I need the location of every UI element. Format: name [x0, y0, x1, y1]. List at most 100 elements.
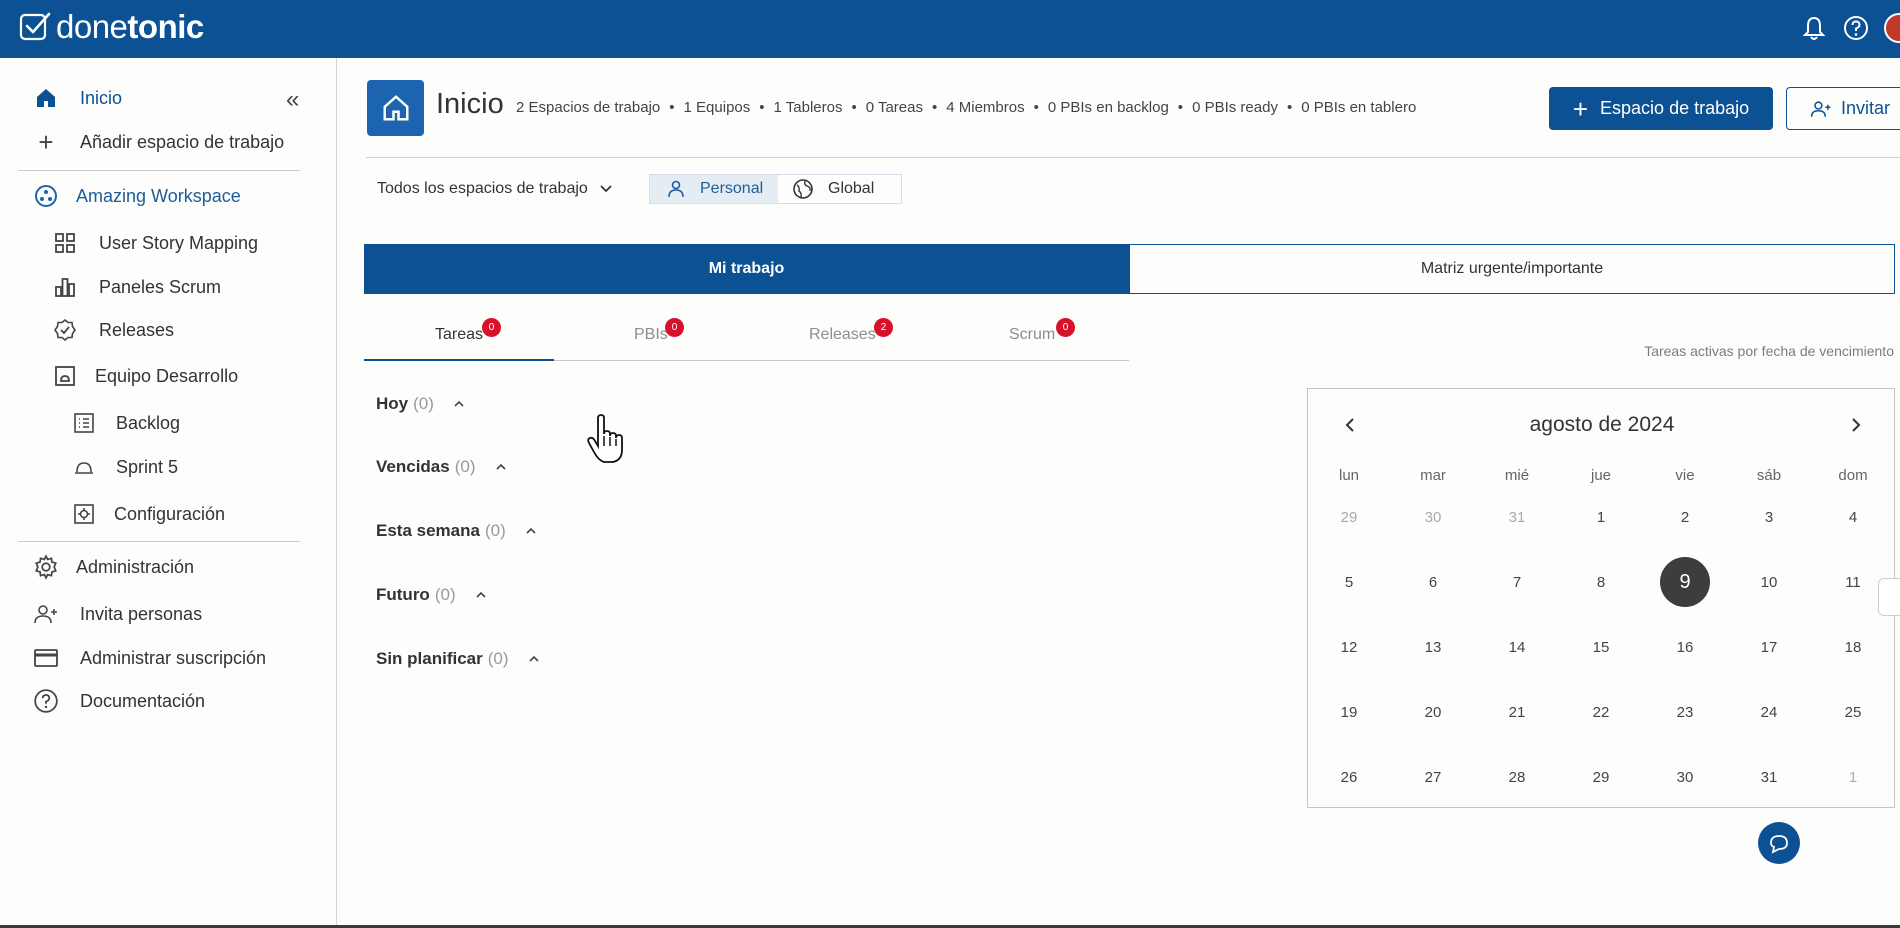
group-label: Hoy	[376, 394, 409, 413]
group-vencidas[interactable]: Vencidas (0)	[376, 457, 508, 477]
subtab-tareas[interactable]: Tareas	[435, 326, 483, 344]
calendar-day[interactable]: 11	[1828, 557, 1878, 607]
calendar-weekday-mar: mar	[1420, 467, 1446, 484]
sidebar-item-inicio[interactable]: Inicio	[32, 79, 122, 117]
calendar-day[interactable]: 15	[1576, 622, 1626, 672]
scope-global-button[interactable]: Global	[778, 175, 901, 203]
user-add-icon	[1810, 100, 1831, 117]
tareas-count-badge: 0	[482, 318, 501, 337]
calendar-day[interactable]: 30	[1408, 492, 1458, 542]
pbis-count-badge: 0	[665, 318, 684, 337]
calendar-day[interactable]: 24	[1744, 687, 1794, 737]
calendar-day[interactable]: 31	[1492, 492, 1542, 542]
calendar-day[interactable]: 22	[1576, 687, 1626, 737]
calendar-day[interactable]: 30	[1660, 752, 1710, 802]
calendar-day[interactable]: 20	[1408, 687, 1458, 737]
group-futuro[interactable]: Futuro (0)	[376, 585, 488, 605]
help-icon[interactable]	[1842, 14, 1870, 42]
sidebar-item-user-story-mapping[interactable]: User Story Mapping	[51, 224, 258, 262]
globe-icon	[793, 179, 813, 199]
group-esta-semana[interactable]: Esta semana (0)	[376, 521, 538, 541]
hand-cursor-icon	[587, 414, 623, 463]
sidebar-item-invita-personas[interactable]: Invita personas	[32, 595, 202, 633]
chevron-up-icon[interactable]	[452, 397, 466, 411]
calendar-day[interactable]: 9	[1660, 557, 1710, 607]
calendar-day[interactable]: 2	[1660, 492, 1710, 542]
calendar-day[interactable]: 5	[1324, 557, 1374, 607]
sidebar-item-administrar-suscripcion[interactable]: Administrar suscripción	[32, 639, 266, 677]
calendar-day[interactable]: 3	[1744, 492, 1794, 542]
subtab-releases-label: Releases	[809, 326, 876, 343]
sidebar-item-backlog[interactable]: Backlog	[70, 404, 180, 442]
calendar-weekday-vie: vie	[1675, 467, 1695, 484]
workspace-filter-value: Todos los espacios de trabajo	[377, 180, 588, 197]
tab-mi-trabajo[interactable]: Mi trabajo	[364, 244, 1129, 294]
sidebar-item-administracion[interactable]: Administración	[32, 548, 194, 586]
page-title: Inicio	[436, 88, 504, 120]
sidebar-item-amazing-workspace[interactable]: Amazing Workspace	[32, 177, 241, 215]
calendar-day[interactable]: 31	[1744, 752, 1794, 802]
calendar-day[interactable]: 12	[1324, 622, 1374, 672]
user-add-icon	[32, 600, 60, 628]
calendar-day[interactable]: 29	[1576, 752, 1626, 802]
calendar-day[interactable]: 14	[1492, 622, 1542, 672]
chevron-up-icon[interactable]	[494, 460, 508, 474]
calendar-day[interactable]: 13	[1408, 622, 1458, 672]
sidebar-item-documentacion[interactable]: Documentación	[32, 682, 205, 720]
gear-icon	[32, 553, 60, 581]
calendar-day[interactable]: 25	[1828, 687, 1878, 737]
chat-button[interactable]	[1758, 822, 1800, 864]
stat-teams: 1 Equipos	[683, 99, 751, 116]
sidebar-item-releases[interactable]: Releases	[51, 311, 174, 349]
workspace-filter-dropdown[interactable]: Todos los espacios de trabajo	[377, 180, 614, 198]
side-drawer-tab[interactable]	[1878, 578, 1900, 616]
sidebar-item-add-workspace[interactable]: + Añadir espacio de trabajo	[32, 123, 284, 161]
invite-button[interactable]: Invitar	[1786, 87, 1900, 130]
bell-icon[interactable]	[1800, 14, 1828, 42]
collapse-sidebar-icon[interactable]: «	[286, 86, 312, 113]
calendar-day[interactable]: 19	[1324, 687, 1374, 737]
sidebar-item-configuracion[interactable]: Configuración	[70, 495, 225, 533]
calendar-weekday-mié: mié	[1504, 467, 1530, 484]
calendar-weekday-dom: dom	[1838, 467, 1868, 484]
calendar-day[interactable]: 23	[1660, 687, 1710, 737]
calendar-day[interactable]: 27	[1408, 752, 1458, 802]
donetonic-logo[interactable]: donetonic	[18, 8, 204, 46]
group-hoy[interactable]: Hoy (0)	[376, 394, 466, 414]
subtab-pbis[interactable]: PBIs	[634, 326, 668, 344]
calendar-day[interactable]: 1	[1576, 492, 1626, 542]
chevron-up-icon[interactable]	[474, 588, 488, 602]
calendar-day[interactable]: 1	[1828, 752, 1878, 802]
calendar-day[interactable]: 4	[1828, 492, 1878, 542]
chevron-right-icon[interactable]	[1846, 415, 1866, 435]
badge-check-icon	[51, 316, 79, 344]
calendar-day[interactable]: 18	[1828, 622, 1878, 672]
calendar-day[interactable]: 10	[1744, 557, 1794, 607]
calendar-day[interactable]: 6	[1408, 557, 1458, 607]
subtab-releases[interactable]: Releases	[809, 326, 876, 344]
subtab-scrum[interactable]: Scrum	[1009, 326, 1055, 344]
sidebar-item-label: Invita personas	[80, 603, 203, 624]
sidebar-item-equipo-desarrollo[interactable]: Equipo Desarrollo	[51, 357, 238, 395]
calendar-day[interactable]: 8	[1576, 557, 1626, 607]
calendar-day[interactable]: 21	[1492, 687, 1542, 737]
calendar-day[interactable]: 29	[1324, 492, 1374, 542]
scrum-count-badge: 0	[1056, 318, 1075, 337]
scope-personal-button[interactable]: Personal	[650, 175, 778, 203]
new-workspace-button[interactable]: + Espacio de trabajo	[1549, 87, 1773, 130]
calendar-day[interactable]: 16	[1660, 622, 1710, 672]
workspace-stats: 2 Espacios de trabajo • 1 Equipos • 1 Tabl…	[516, 99, 1417, 116]
subtab-tareas-label: Tareas	[435, 326, 484, 343]
sidebar-item-sprint-5[interactable]: Sprint 5	[70, 448, 178, 486]
chevron-up-icon[interactable]	[524, 524, 538, 538]
chevron-up-icon[interactable]	[527, 652, 541, 666]
calendar-day[interactable]: 17	[1744, 622, 1794, 672]
group-label: Futuro	[376, 585, 430, 604]
calendar-day[interactable]: 26	[1324, 752, 1374, 802]
tab-matriz[interactable]: Matriz urgente/importante	[1129, 244, 1895, 294]
sidebar-item-paneles-scrum[interactable]: Paneles Scrum	[51, 268, 221, 306]
calendar-day[interactable]: 28	[1492, 752, 1542, 802]
calendar-day[interactable]: 7	[1492, 557, 1542, 607]
avatar[interactable]	[1884, 13, 1900, 43]
group-sin-planificar[interactable]: Sin planificar (0)	[376, 649, 541, 669]
